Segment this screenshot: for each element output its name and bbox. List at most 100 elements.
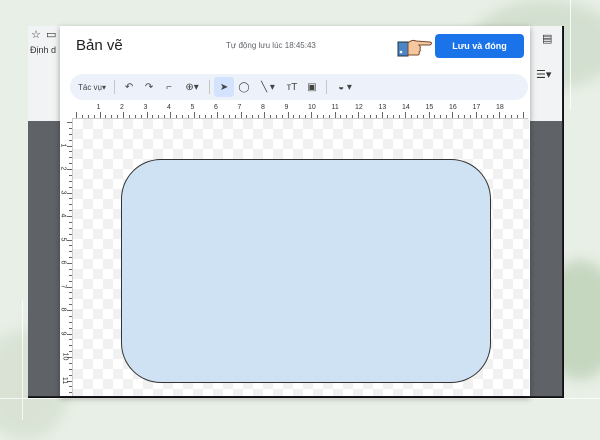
ruler-tick bbox=[193, 112, 195, 118]
ruler-tick bbox=[258, 115, 260, 118]
ruler-tick bbox=[69, 198, 72, 200]
ruler-tick bbox=[387, 115, 389, 118]
ruler-tick bbox=[81, 115, 83, 118]
ruler-tick bbox=[69, 315, 72, 317]
ruler-tick bbox=[316, 115, 318, 118]
rounded-rectangle-shape[interactable] bbox=[121, 159, 491, 383]
ruler-tick bbox=[269, 115, 271, 118]
ruler-tick bbox=[69, 139, 72, 141]
ruler-tick bbox=[381, 112, 383, 118]
folder-icon[interactable]: ▭ bbox=[46, 28, 56, 41]
text-box-icon[interactable]: тT bbox=[282, 77, 302, 97]
ruler-tick bbox=[67, 286, 72, 288]
ruler-tick bbox=[69, 392, 72, 394]
ruler-tick bbox=[346, 115, 348, 118]
ruler-label: 6 bbox=[59, 260, 67, 265]
ruler-tick bbox=[252, 115, 254, 118]
ruler-tick bbox=[457, 115, 459, 118]
comment-icon[interactable]: ▤ bbox=[542, 32, 552, 45]
ruler-label: 9 bbox=[59, 331, 67, 335]
drawing-dialog: Bản vẽ Tự động lưu lúc 18:45:43 Lưu và đ… bbox=[59, 26, 530, 396]
ruler-tick bbox=[123, 112, 124, 118]
ruler-tick bbox=[87, 115, 89, 118]
ruler-tick bbox=[69, 163, 72, 165]
save-and-close-button[interactable]: Lưu và đóng bbox=[435, 34, 524, 58]
list-icon[interactable]: ☰▾ bbox=[536, 68, 551, 81]
ruler-tick bbox=[311, 112, 312, 118]
ruler-tick bbox=[69, 233, 72, 235]
horizontal-ruler: 1 2 3 4 5 6 7 8 9 10 11 12 13 14 15 16 17 18 bbox=[70, 104, 528, 119]
undo-icon[interactable]: ↶ bbox=[119, 77, 139, 97]
ruler-tick bbox=[510, 115, 512, 118]
ruler-tick bbox=[199, 115, 201, 118]
background-grid-line bbox=[22, 300, 23, 420]
ruler-tick bbox=[422, 115, 424, 118]
star-icon[interactable]: ☆ bbox=[31, 28, 41, 41]
ruler-tick bbox=[140, 115, 142, 118]
ruler-tick bbox=[67, 216, 72, 217]
ruler-tick bbox=[69, 204, 72, 206]
ruler-tick bbox=[463, 115, 465, 118]
ruler-tick bbox=[69, 151, 72, 153]
ruler-label: 17 bbox=[472, 104, 481, 111]
ruler-tick bbox=[146, 112, 148, 118]
pointing-hand-icon bbox=[397, 39, 432, 57]
ruler-tick bbox=[69, 227, 72, 229]
toolbar-divider bbox=[326, 80, 328, 94]
ruler-tick bbox=[287, 112, 289, 118]
toolbar-divider bbox=[209, 80, 211, 94]
ruler-tick bbox=[293, 115, 295, 118]
ruler-tick bbox=[299, 115, 301, 118]
ruler-tick bbox=[117, 115, 119, 118]
ruler-tick bbox=[499, 112, 500, 118]
drawing-toolbar: Tác vụ ▾ ↶ ↷ ⌐ ⊕▾ ➤ ◯ ╲ ▾ тT ▣ ◒ ▾ bbox=[70, 74, 528, 100]
ruler-label: 2 bbox=[120, 104, 124, 111]
ruler-tick bbox=[69, 274, 72, 276]
ruler-label: 8 bbox=[261, 104, 265, 111]
ruler-tick bbox=[69, 374, 72, 376]
ruler-tick bbox=[504, 115, 506, 118]
ruler-tick bbox=[334, 112, 336, 118]
ruler-label: 15 bbox=[425, 104, 434, 111]
ruler-tick bbox=[69, 339, 72, 341]
ruler-tick bbox=[416, 115, 418, 118]
ruler-tick bbox=[446, 115, 448, 118]
redo-icon[interactable]: ↷ bbox=[139, 77, 159, 97]
ruler-tick bbox=[181, 115, 183, 118]
ruler-tick bbox=[67, 169, 72, 170]
actions-menu[interactable]: Tác vụ ▾ bbox=[70, 77, 110, 97]
ruler-tick bbox=[234, 115, 236, 118]
fill-color-icon[interactable]: ◒ ▾ bbox=[331, 77, 359, 97]
paint-format-icon[interactable]: ⌐ bbox=[159, 77, 179, 97]
ruler-tick bbox=[275, 115, 277, 118]
image-icon[interactable]: ▣ bbox=[302, 77, 322, 97]
zoom-icon[interactable]: ⊕▾ bbox=[179, 77, 205, 97]
ruler-tick bbox=[469, 115, 471, 118]
ruler-tick bbox=[522, 112, 524, 118]
ruler-label: 6 bbox=[214, 104, 218, 111]
ruler-label: 2 bbox=[59, 166, 67, 171]
ruler-label: 11 bbox=[331, 104, 339, 111]
background-grid-line bbox=[0, 398, 600, 399]
ruler-tick bbox=[69, 180, 72, 182]
ruler-label: 3 bbox=[143, 104, 148, 111]
ruler-tick bbox=[69, 210, 72, 212]
drawing-canvas[interactable] bbox=[73, 119, 529, 396]
ruler-tick bbox=[69, 386, 72, 388]
ruler-label: 5 bbox=[190, 104, 195, 111]
ruler-tick bbox=[99, 112, 101, 118]
ruler-tick bbox=[281, 115, 283, 118]
ruler-tick bbox=[93, 115, 95, 118]
ruler-tick bbox=[67, 122, 72, 123]
ruler-tick bbox=[328, 115, 330, 118]
ruler-tick bbox=[369, 115, 371, 118]
ruler-label: 10 bbox=[308, 104, 316, 111]
ruler-tick bbox=[175, 115, 177, 118]
ruler-tick bbox=[69, 221, 72, 223]
line-icon[interactable]: ╲ ▾ bbox=[254, 77, 282, 97]
ruler-label: 9 bbox=[284, 104, 289, 111]
docs-menu-label[interactable]: Định d bbox=[30, 45, 56, 55]
ruler-label: 7 bbox=[59, 284, 67, 288]
select-icon[interactable]: ➤ bbox=[214, 77, 235, 97]
shape-icon[interactable]: ◯ bbox=[234, 77, 254, 97]
